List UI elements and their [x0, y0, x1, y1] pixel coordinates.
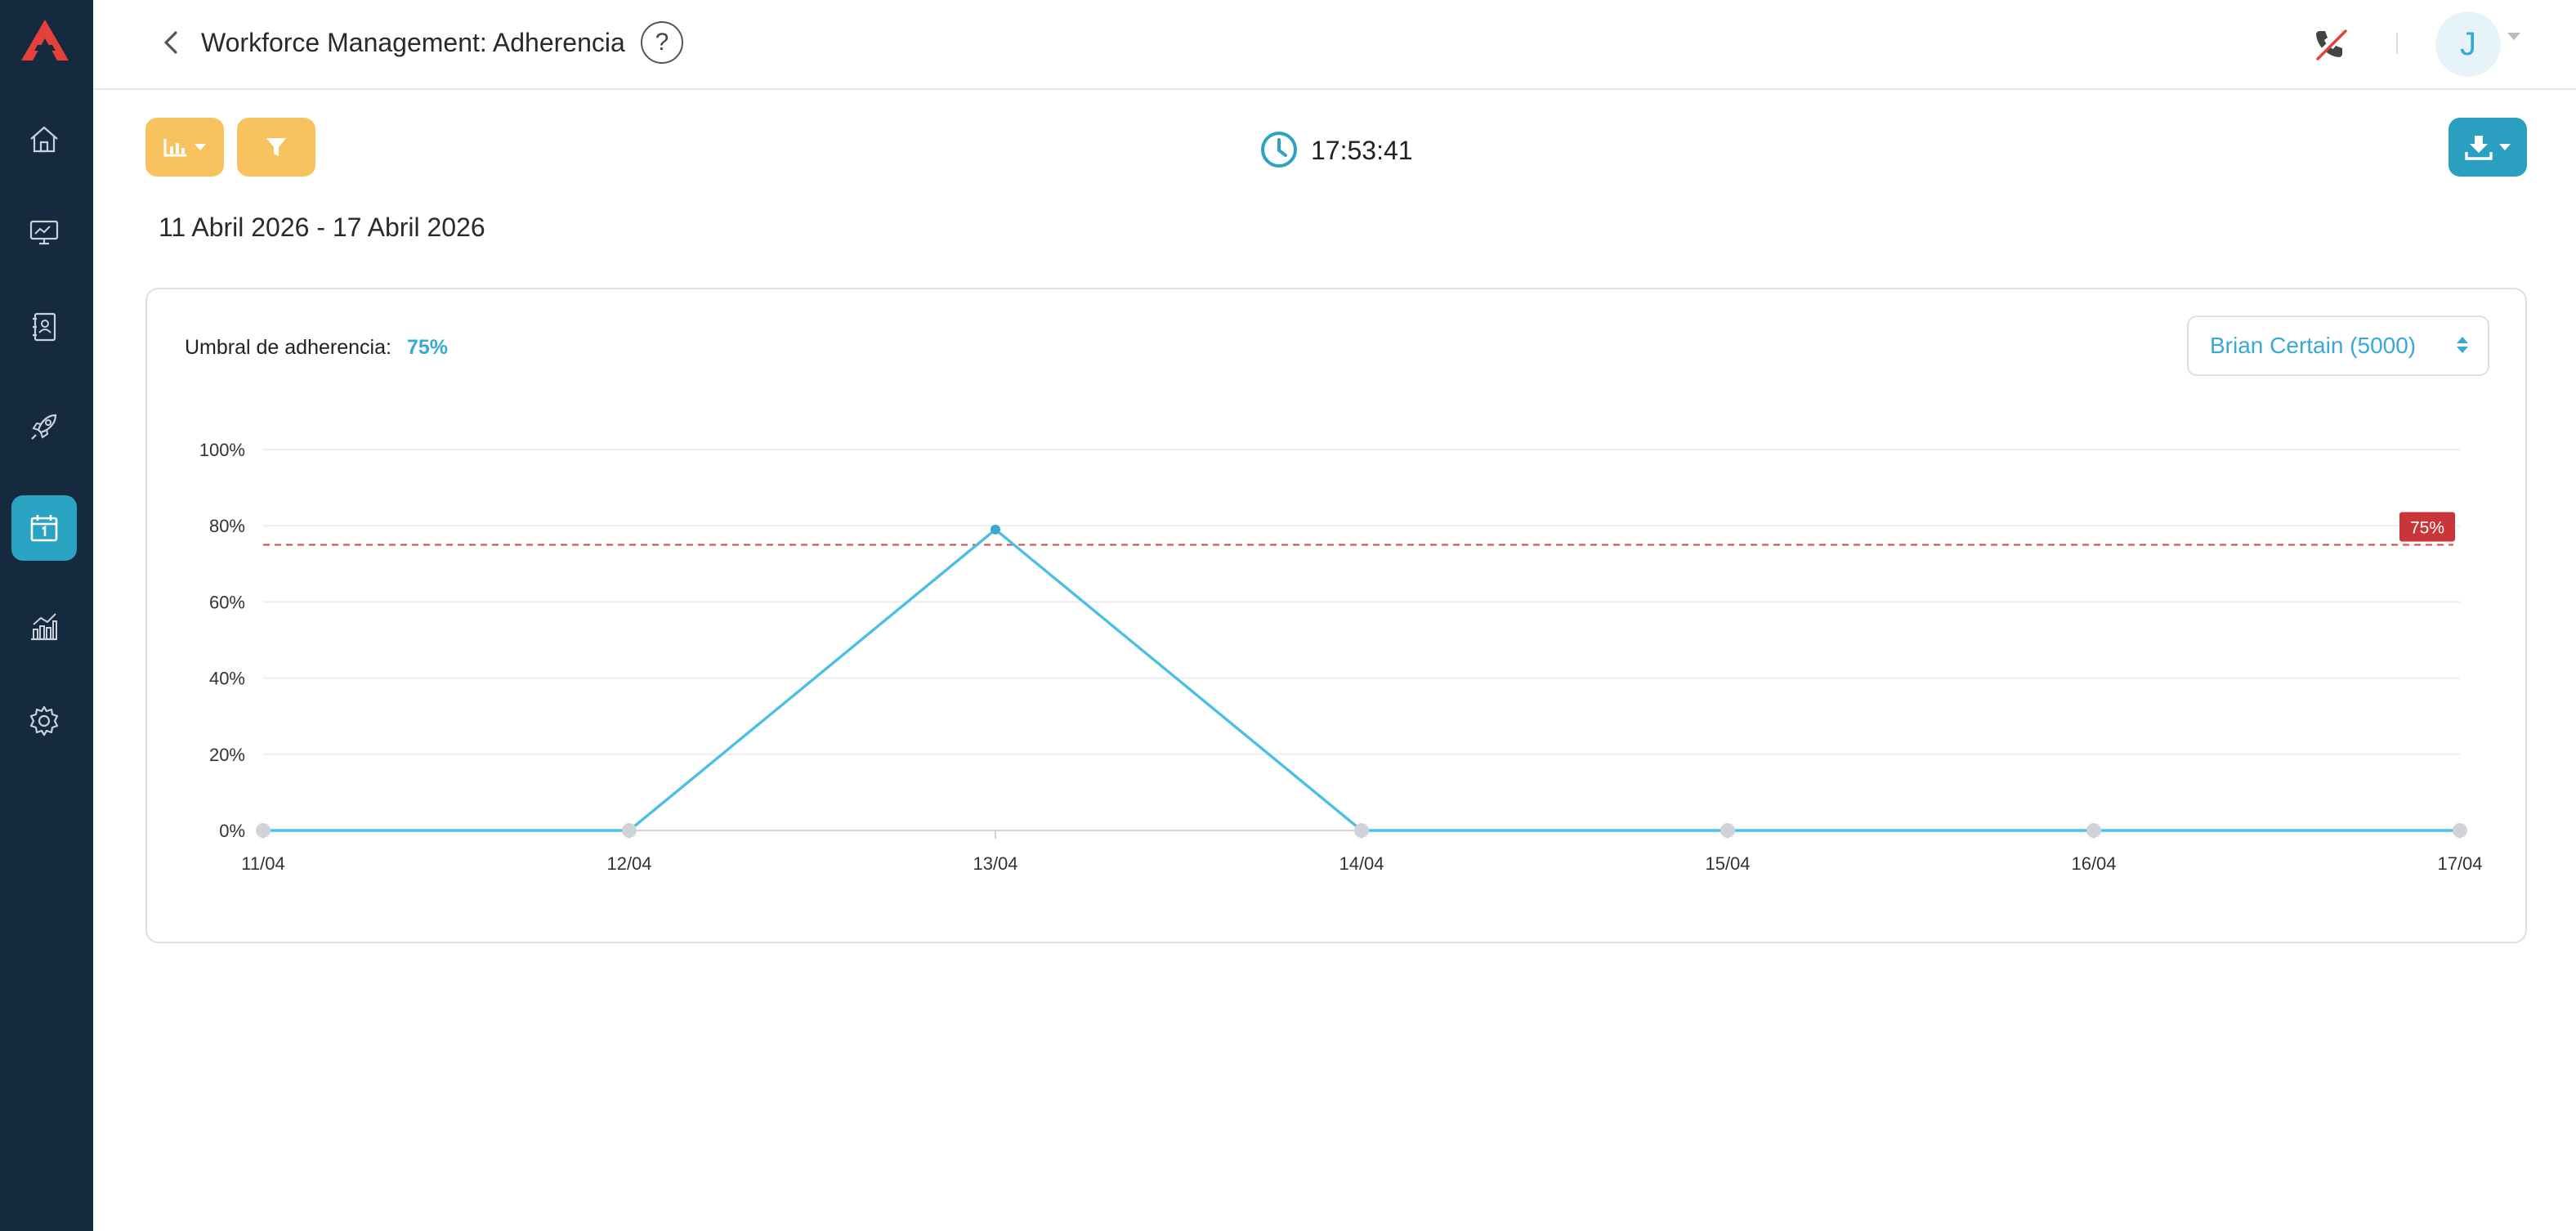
home-icon [30, 126, 58, 153]
x-tick-label: 12/04 [606, 853, 651, 874]
sidebar-item-analytics[interactable] [11, 593, 77, 659]
adherence-line-chart: 0% 20% 40% 60% 80% 100% 11/04 12/04 13/04 14/04 15… [199, 440, 2483, 874]
help-button[interactable]: ? [641, 21, 683, 64]
sidebar-item-monitor[interactable] [11, 199, 77, 265]
download-icon [2465, 136, 2493, 160]
y-tick-label: 20% [209, 745, 245, 765]
threshold-badge-label: 75% [2410, 519, 2444, 538]
data-point [991, 524, 1000, 535]
series-line [263, 527, 2460, 832]
bar-chart-icon [163, 139, 186, 157]
monitor-icon [29, 220, 59, 245]
y-tick-label: 100% [199, 440, 245, 460]
download-button[interactable] [2449, 118, 2527, 177]
date-range: 11 Abril 2026 - 17 Abril 2026 [159, 213, 485, 242]
sidebar-item-settings[interactable] [11, 688, 77, 754]
clock-icon [1261, 132, 1297, 168]
chevron-down-icon [195, 144, 206, 150]
data-point [1354, 823, 1369, 838]
chevron-down-icon[interactable] [2507, 33, 2520, 40]
contacts-book-icon [33, 312, 56, 342]
sidebar [0, 0, 93, 1231]
sidebar-item-workforce[interactable] [11, 495, 77, 561]
analytics-icon [31, 613, 57, 641]
data-point [256, 823, 271, 838]
user-avatar[interactable]: J [2435, 11, 2501, 77]
y-tick-label: 40% [209, 669, 245, 689]
phone-off-icon [2314, 27, 2347, 60]
data-point [622, 823, 637, 838]
back-button[interactable] [155, 26, 188, 59]
phone-disconnected-button[interactable] [2311, 25, 2349, 62]
filter-button[interactable] [237, 118, 315, 177]
chart-type-button[interactable] [145, 118, 224, 177]
adherence-chart-card: Umbral de adherencia: 75% Brian Certain … [145, 288, 2527, 943]
data-point [1720, 823, 1735, 838]
x-tick-label: 15/04 [1705, 853, 1750, 874]
page-title: Workforce Management: Adherencia [201, 28, 625, 57]
x-tick-label: 13/04 [973, 853, 1017, 874]
filter-icon [266, 138, 286, 156]
x-tick-label: 17/04 [2437, 853, 2482, 874]
header-divider [2396, 33, 2398, 54]
top-header: Workforce Management: Adherencia ? J [93, 0, 2576, 90]
x-tick-label: 14/04 [1339, 853, 1384, 874]
data-point [2086, 823, 2101, 838]
x-tick-label: 11/04 [241, 853, 284, 874]
y-tick-label: 60% [209, 592, 245, 612]
app-logo[interactable] [18, 18, 72, 64]
calendar-icon [30, 515, 58, 542]
data-point [2453, 823, 2467, 838]
gear-icon [29, 705, 59, 736]
y-tick-label: 0% [219, 821, 245, 841]
y-tick-label: 80% [209, 516, 245, 536]
sidebar-item-contacts[interactable] [11, 294, 77, 360]
chevron-left-icon [164, 31, 177, 54]
rocket-icon [31, 414, 57, 440]
x-tick-label: 16/04 [2071, 853, 2116, 874]
sidebar-item-home[interactable] [11, 106, 77, 172]
chevron-down-icon [2499, 144, 2511, 150]
sidebar-item-campaigns[interactable] [11, 394, 77, 459]
current-time: 17:53:41 [1311, 136, 1413, 165]
